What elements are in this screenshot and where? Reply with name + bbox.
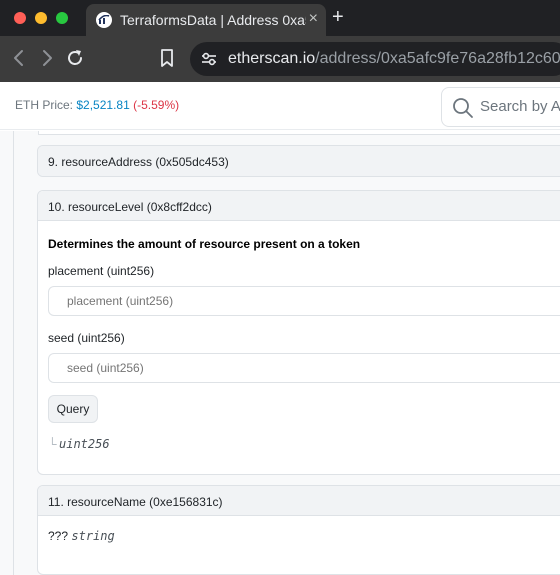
- search-placeholder: Search by Ad: [480, 98, 560, 115]
- reload-icon: [68, 50, 82, 65]
- address-bar[interactable]: etherscan.io/address/0xa5afc9fe76a28fb12…: [190, 42, 560, 76]
- function-accordion-resource-level: 10. resourceLevel (0x8cff2dcc) Determine…: [37, 190, 560, 475]
- browser-toolbar: etherscan.io/address/0xa5afc9fe76a28fb12…: [0, 36, 560, 82]
- etherscan-favicon-icon: [96, 12, 112, 28]
- search-input[interactable]: Search by Ad: [441, 87, 560, 127]
- placement-input[interactable]: [48, 286, 560, 316]
- tab-title: TerraformsData | Address 0xa5: [120, 12, 306, 28]
- function-accordion-resource-address[interactable]: 9. resourceAddress (0x505dc453): [37, 145, 560, 177]
- url-text: etherscan.io/address/0xa5afc9fe76a28fb12…: [228, 50, 560, 68]
- close-window-button[interactable]: [14, 12, 26, 24]
- back-arrow-icon: [14, 50, 23, 66]
- forward-button[interactable]: [36, 47, 58, 69]
- browser-tab[interactable]: TerraformsData | Address 0xa5 ×: [86, 4, 326, 36]
- return-arrow-icon: └: [48, 437, 57, 451]
- minimize-window-button[interactable]: [35, 12, 47, 24]
- browser-tab-bar: TerraformsData | Address 0xa5 × +: [0, 0, 560, 36]
- result-type: string: [71, 529, 115, 543]
- function-result: ??? string: [48, 529, 115, 543]
- seed-input[interactable]: [48, 353, 560, 383]
- function-description: Determines the amount of resource presen…: [48, 237, 361, 251]
- panel-border: [13, 131, 14, 575]
- return-type: uint256: [59, 437, 110, 451]
- eth-price-value[interactable]: $2,521.81: [76, 98, 129, 112]
- eth-price-change: (-5.59%): [133, 98, 180, 112]
- reload-button[interactable]: [64, 47, 86, 69]
- close-tab-icon[interactable]: ×: [309, 11, 318, 27]
- seed-label: seed (uint256): [48, 331, 125, 345]
- search-icon: [452, 97, 474, 124]
- function-header[interactable]: 10. resourceLevel (0x8cff2dcc): [38, 191, 560, 221]
- previous-card-edge: [38, 131, 560, 135]
- result-value: ???: [48, 529, 69, 543]
- eth-price: ETH Price: $2,521.81 (-5.59%): [15, 98, 179, 112]
- url-host: etherscan.io: [228, 50, 316, 67]
- eth-price-label: ETH Price:: [15, 98, 74, 112]
- function-accordion-resource-name: 11. resourceName (0xe156831c) ??? string: [37, 485, 560, 575]
- site-header: ETH Price: $2,521.81 (-5.59%) Search by …: [0, 82, 560, 130]
- forward-arrow-icon: [43, 50, 52, 66]
- query-button[interactable]: Query: [48, 395, 98, 423]
- function-header[interactable]: 9. resourceAddress (0x505dc453): [38, 146, 560, 176]
- new-tab-button[interactable]: +: [332, 6, 344, 28]
- function-header[interactable]: 11. resourceName (0xe156831c): [38, 486, 560, 516]
- site-info-icon[interactable]: [200, 51, 218, 72]
- maximize-window-button[interactable]: [56, 12, 68, 24]
- placement-label: placement (uint256): [48, 264, 155, 278]
- url-path: /address/0xa5afc9fe76a28fb12c60...: [315, 50, 560, 67]
- bookmark-icon: [161, 49, 173, 67]
- back-button[interactable]: [8, 47, 30, 69]
- bookmark-button[interactable]: [156, 47, 178, 69]
- read-contract-panel: 9. resourceAddress (0x505dc453) 10. reso…: [0, 131, 560, 575]
